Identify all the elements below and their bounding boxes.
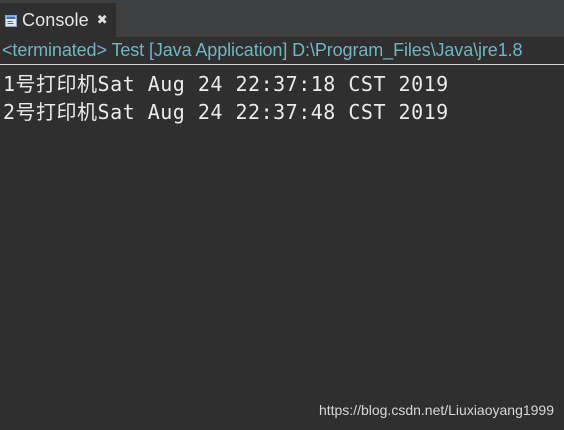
output-line: 1号打印机Sat Aug 24 22:37:18 CST 2019	[3, 68, 564, 96]
watermark: https://blog.csdn.net/Liuxiaoyang1999	[318, 402, 554, 418]
console-icon	[5, 14, 17, 27]
status-text: <terminated> Test [Java Application] D:\…	[2, 40, 523, 60]
console-output[interactable]: 1号打印机Sat Aug 24 22:37:18 CST 2019 2号打印机S…	[0, 66, 564, 430]
output-line-text: 2号打印机Sat Aug 24 22:37:48 CST 2019	[3, 99, 449, 124]
output-line: 2号打印机Sat Aug 24 22:37:48 CST 2019	[3, 96, 564, 124]
process-status-line: <terminated> Test [Java Application] D:\…	[0, 37, 564, 65]
tab-bar: Console ✖	[0, 0, 564, 37]
console-window: Console ✖ <terminated> Test [Java Applic…	[0, 0, 564, 430]
close-icon[interactable]: ✖	[97, 13, 108, 28]
output-line-text: 1号打印机Sat Aug 24 22:37:18 CST 2019	[3, 71, 449, 96]
tab-label: Console	[22, 9, 89, 30]
tab-console[interactable]: Console ✖	[0, 3, 116, 37]
